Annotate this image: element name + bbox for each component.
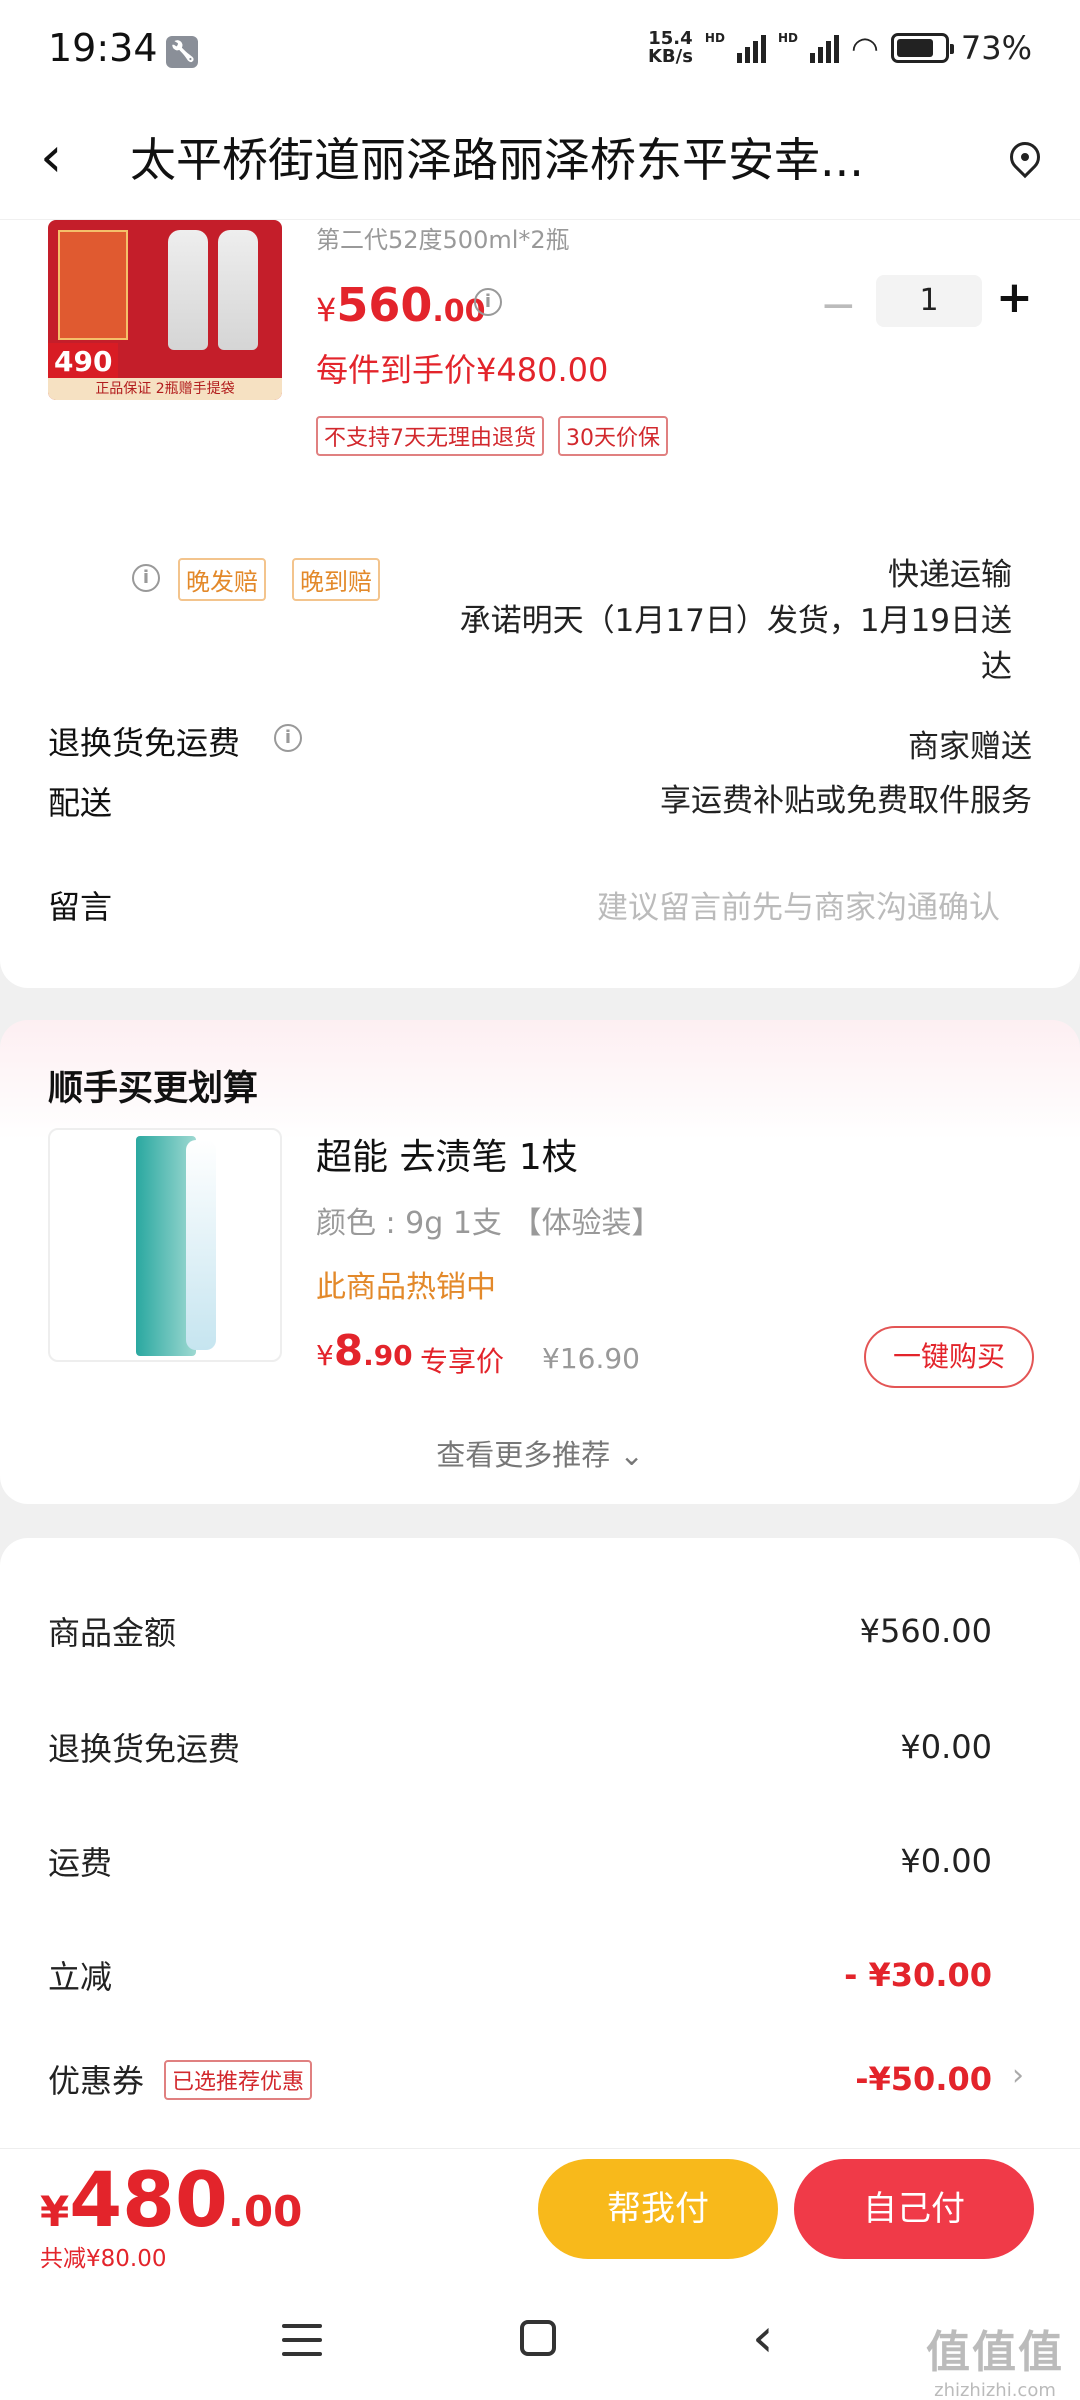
discount-label: 立减 <box>48 1958 113 1996</box>
quantity-minus-button[interactable]: − <box>820 280 857 331</box>
address-title[interactable]: 太平桥街道丽泽路丽泽桥东平安幸... <box>130 124 990 190</box>
product-image[interactable]: 490 正品保证 2瓶赠手提袋 <box>48 220 282 400</box>
late-arrive-tag: 晚到赔 <box>292 558 380 601</box>
recommendation-spec: 颜色 : 9g 1支 【体验装】 <box>316 1206 662 1241</box>
quantity-input[interactable]: 1 <box>876 275 982 327</box>
goods-amount-label: 商品金额 <box>48 1614 177 1652</box>
delivery-promise: 承诺明天（1月17日）发货，1月19日送 <box>459 603 1012 639</box>
bottle <box>168 230 208 350</box>
unit-final-price: 每件到手价¥480.00 <box>316 351 609 389</box>
return-fee-label: 退换货免运费 <box>48 1730 241 1768</box>
coupon-value[interactable]: -¥50.00 <box>855 2060 992 2098</box>
shipping-fee-value: ¥0.00 <box>900 1842 992 1880</box>
original-price: ¥16.90 <box>542 1342 640 1375</box>
return-shipping-label: 退换货免运费 <box>48 724 241 762</box>
menu-icon[interactable] <box>282 2324 322 2356</box>
image-price-badge: 490 <box>48 343 119 380</box>
back-icon[interactable]: ‹ <box>40 125 100 190</box>
price-protect-tag: 30天价保 <box>558 416 668 456</box>
help-me-pay-button[interactable]: 帮我付 <box>538 2159 778 2259</box>
coupon-tag: 已选推荐优惠 <box>164 2060 313 2100</box>
recommendation-card: 顺手买更划算 超能 去渍笔 1枝 颜色 : 9g 1支 【体验装】 此商品热销中… <box>0 1020 1080 1504</box>
no-return-tag: 不支持7天无理由退货 <box>316 416 544 456</box>
one-click-buy-button[interactable]: 一键购买 <box>864 1326 1034 1388</box>
message-label: 留言 <box>48 888 113 926</box>
goods-amount-value: ¥560.00 <box>859 1612 992 1650</box>
return-shipping-info: 商家赠送 享运费补贴或免费取件服务 <box>660 729 1032 819</box>
checkout-bar: ¥480.00 共减¥80.00 帮我付 自己付 <box>0 2148 1080 2288</box>
more-recommendations-link[interactable]: 查看更多推荐 ⌄ <box>0 1432 1080 1474</box>
nav-back-icon[interactable]: ‹ <box>752 2306 774 2369</box>
return-info-icon[interactable]: i <box>274 724 302 752</box>
status-time: 19:34 <box>48 25 158 70</box>
pay-myself-button[interactable]: 自己付 <box>794 2159 1034 2259</box>
product-box <box>58 230 128 340</box>
price-summary-card: 商品金额 ¥560.00 退换货免运费 ¥0.00 运费 ¥0.00 立减 - … <box>0 1538 1080 2148</box>
battery-percent: 73% <box>960 28 1032 67</box>
recommendation-image[interactable] <box>48 1128 282 1362</box>
home-icon[interactable] <box>520 2320 556 2356</box>
late-ship-tag: 晚发赔 <box>178 558 266 601</box>
quantity-plus-button[interactable]: + <box>996 272 1033 323</box>
recommendation-price: ¥8.90 <box>316 1326 413 1375</box>
signal-icon-2 <box>809 33 839 63</box>
total-price: ¥480.00 <box>40 2155 303 2244</box>
delivery-info[interactable]: 快递运输 承诺明天（1月17日）发货，1月19日送 达 <box>460 552 1012 690</box>
pen <box>186 1140 216 1350</box>
battery-icon <box>890 32 954 63</box>
message-input[interactable]: 建议留言前先与商家沟通确认 <box>597 882 1000 927</box>
delivery-method: 快递运输 <box>888 557 1012 593</box>
wifi-icon: ◠ <box>850 28 879 67</box>
status-icons: 15.4 KB/s HD HD ◠ 73% <box>648 29 1032 67</box>
product-tags: 不支持7天无理由退货 30天价保 <box>316 416 668 456</box>
status-bar: 19:34 15.4 KB/s HD HD ◠ 73% <box>0 0 1080 95</box>
system-nav-bar: ‹ <box>0 2288 1080 2400</box>
discount-value: - ¥30.00 <box>844 1956 992 1994</box>
hd-label-2: HD <box>777 30 798 45</box>
header: ‹ 太平桥街道丽泽路丽泽桥东平安幸... <box>0 95 1080 220</box>
hd-label: HD <box>704 30 725 45</box>
signal-icon <box>736 33 766 63</box>
return-fee-value: ¥0.00 <box>900 1728 992 1766</box>
recommendation-name[interactable]: 超能 去渍笔 1枝 <box>316 1128 578 1180</box>
coupon-label: 优惠券 <box>48 2062 145 2100</box>
shipping-fee-label: 运费 <box>48 1844 113 1882</box>
watermark: 值值值 zhizhizhi.com <box>926 2327 1064 2400</box>
network-speed: 15.4 KB/s <box>647 27 693 67</box>
wrench-icon <box>165 35 198 68</box>
total-saved: 共减¥80.00 <box>40 2246 167 2272</box>
price-info-icon[interactable]: i <box>474 288 502 316</box>
exclusive-price-label: 专享价 <box>420 1345 505 1378</box>
location-pin-icon[interactable] <box>1003 135 1047 179</box>
product-price: ¥560.00 <box>316 278 486 332</box>
delivery-label: 配送 <box>48 784 113 822</box>
recommendation-title: 顺手买更划算 <box>48 1069 259 1109</box>
chevron-right-icon[interactable]: › <box>1012 2058 1024 2093</box>
delivery-promise-2: 达 <box>981 649 1012 685</box>
order-card: 490 正品保证 2瓶赠手提袋 第二代52度500ml*2瓶 ¥560.00 i… <box>0 220 1080 988</box>
image-strip: 正品保证 2瓶赠手提袋 <box>48 378 282 400</box>
delivery-info-icon[interactable]: i <box>132 564 160 592</box>
product-spec: 第二代52度500ml*2瓶 <box>316 226 570 254</box>
recommendation-hot: 此商品热销中 <box>316 1270 496 1305</box>
bottle <box>218 230 258 350</box>
